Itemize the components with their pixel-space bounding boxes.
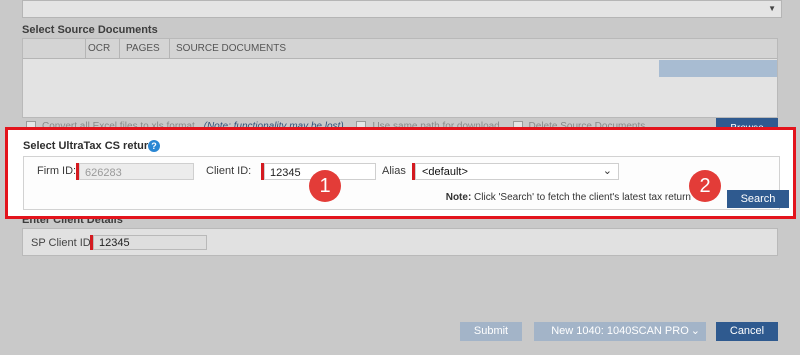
top-dropdown[interactable]: ▼ [22,0,782,18]
client-id-label: Client ID: [206,165,252,177]
sp-client-label: SP Client ID: [31,237,94,249]
firm-id-label: Firm ID: [37,165,77,177]
help-icon[interactable]: ? [148,140,160,152]
template-select[interactable]: New 1040: 1040SCAN PRO ⌄ [534,322,706,341]
return-form: Firm ID: 626283 Client ID: 12345 Alias <… [23,156,789,210]
alias-select[interactable]: <default> ⌄ [415,163,619,180]
client-details-box: SP Client ID: 12345 [22,228,778,256]
header-pages[interactable]: PAGES [126,43,160,54]
source-section-title: Select Source Documents [22,24,158,36]
column-divider [119,39,120,59]
source-documents-table: OCR PAGES SOURCE DOCUMENTS [22,38,778,118]
submit-button[interactable]: Submit [460,322,522,341]
ultratax-return-panel: Select UltraTax CS return ? Firm ID: 626… [5,127,796,219]
search-note: Note: Click 'Search' to fetch the client… [446,192,691,203]
alias-select-value: <default> [422,166,468,178]
sp-client-input[interactable]: 12345 [93,235,207,250]
cancel-button[interactable]: Cancel [716,322,778,341]
header-source-documents[interactable]: SOURCE DOCUMENTS [176,43,286,54]
selected-row-highlight [659,60,777,77]
panel-title: Select UltraTax CS return [23,140,155,152]
note-text: Click 'Search' to fetch the client's lat… [471,192,691,203]
template-select-value: New 1040: 1040SCAN PRO [551,325,689,337]
chevron-down-icon: ⌄ [602,165,612,177]
note-label: Note: [445,192,472,203]
firm-id-input[interactable]: 626283 [79,163,194,180]
chevron-down-icon: ⌄ [690,325,700,337]
alias-label: Alias [382,165,406,177]
callout-marker-2: 2 [689,170,721,202]
column-divider [85,39,86,59]
search-button[interactable]: Search [727,190,789,208]
caret-down-icon: ▼ [768,4,776,13]
table-header: OCR PAGES SOURCE DOCUMENTS [23,39,777,59]
column-divider [169,39,170,59]
header-ocr[interactable]: OCR [88,43,110,54]
callout-marker-1: 1 [309,170,341,202]
